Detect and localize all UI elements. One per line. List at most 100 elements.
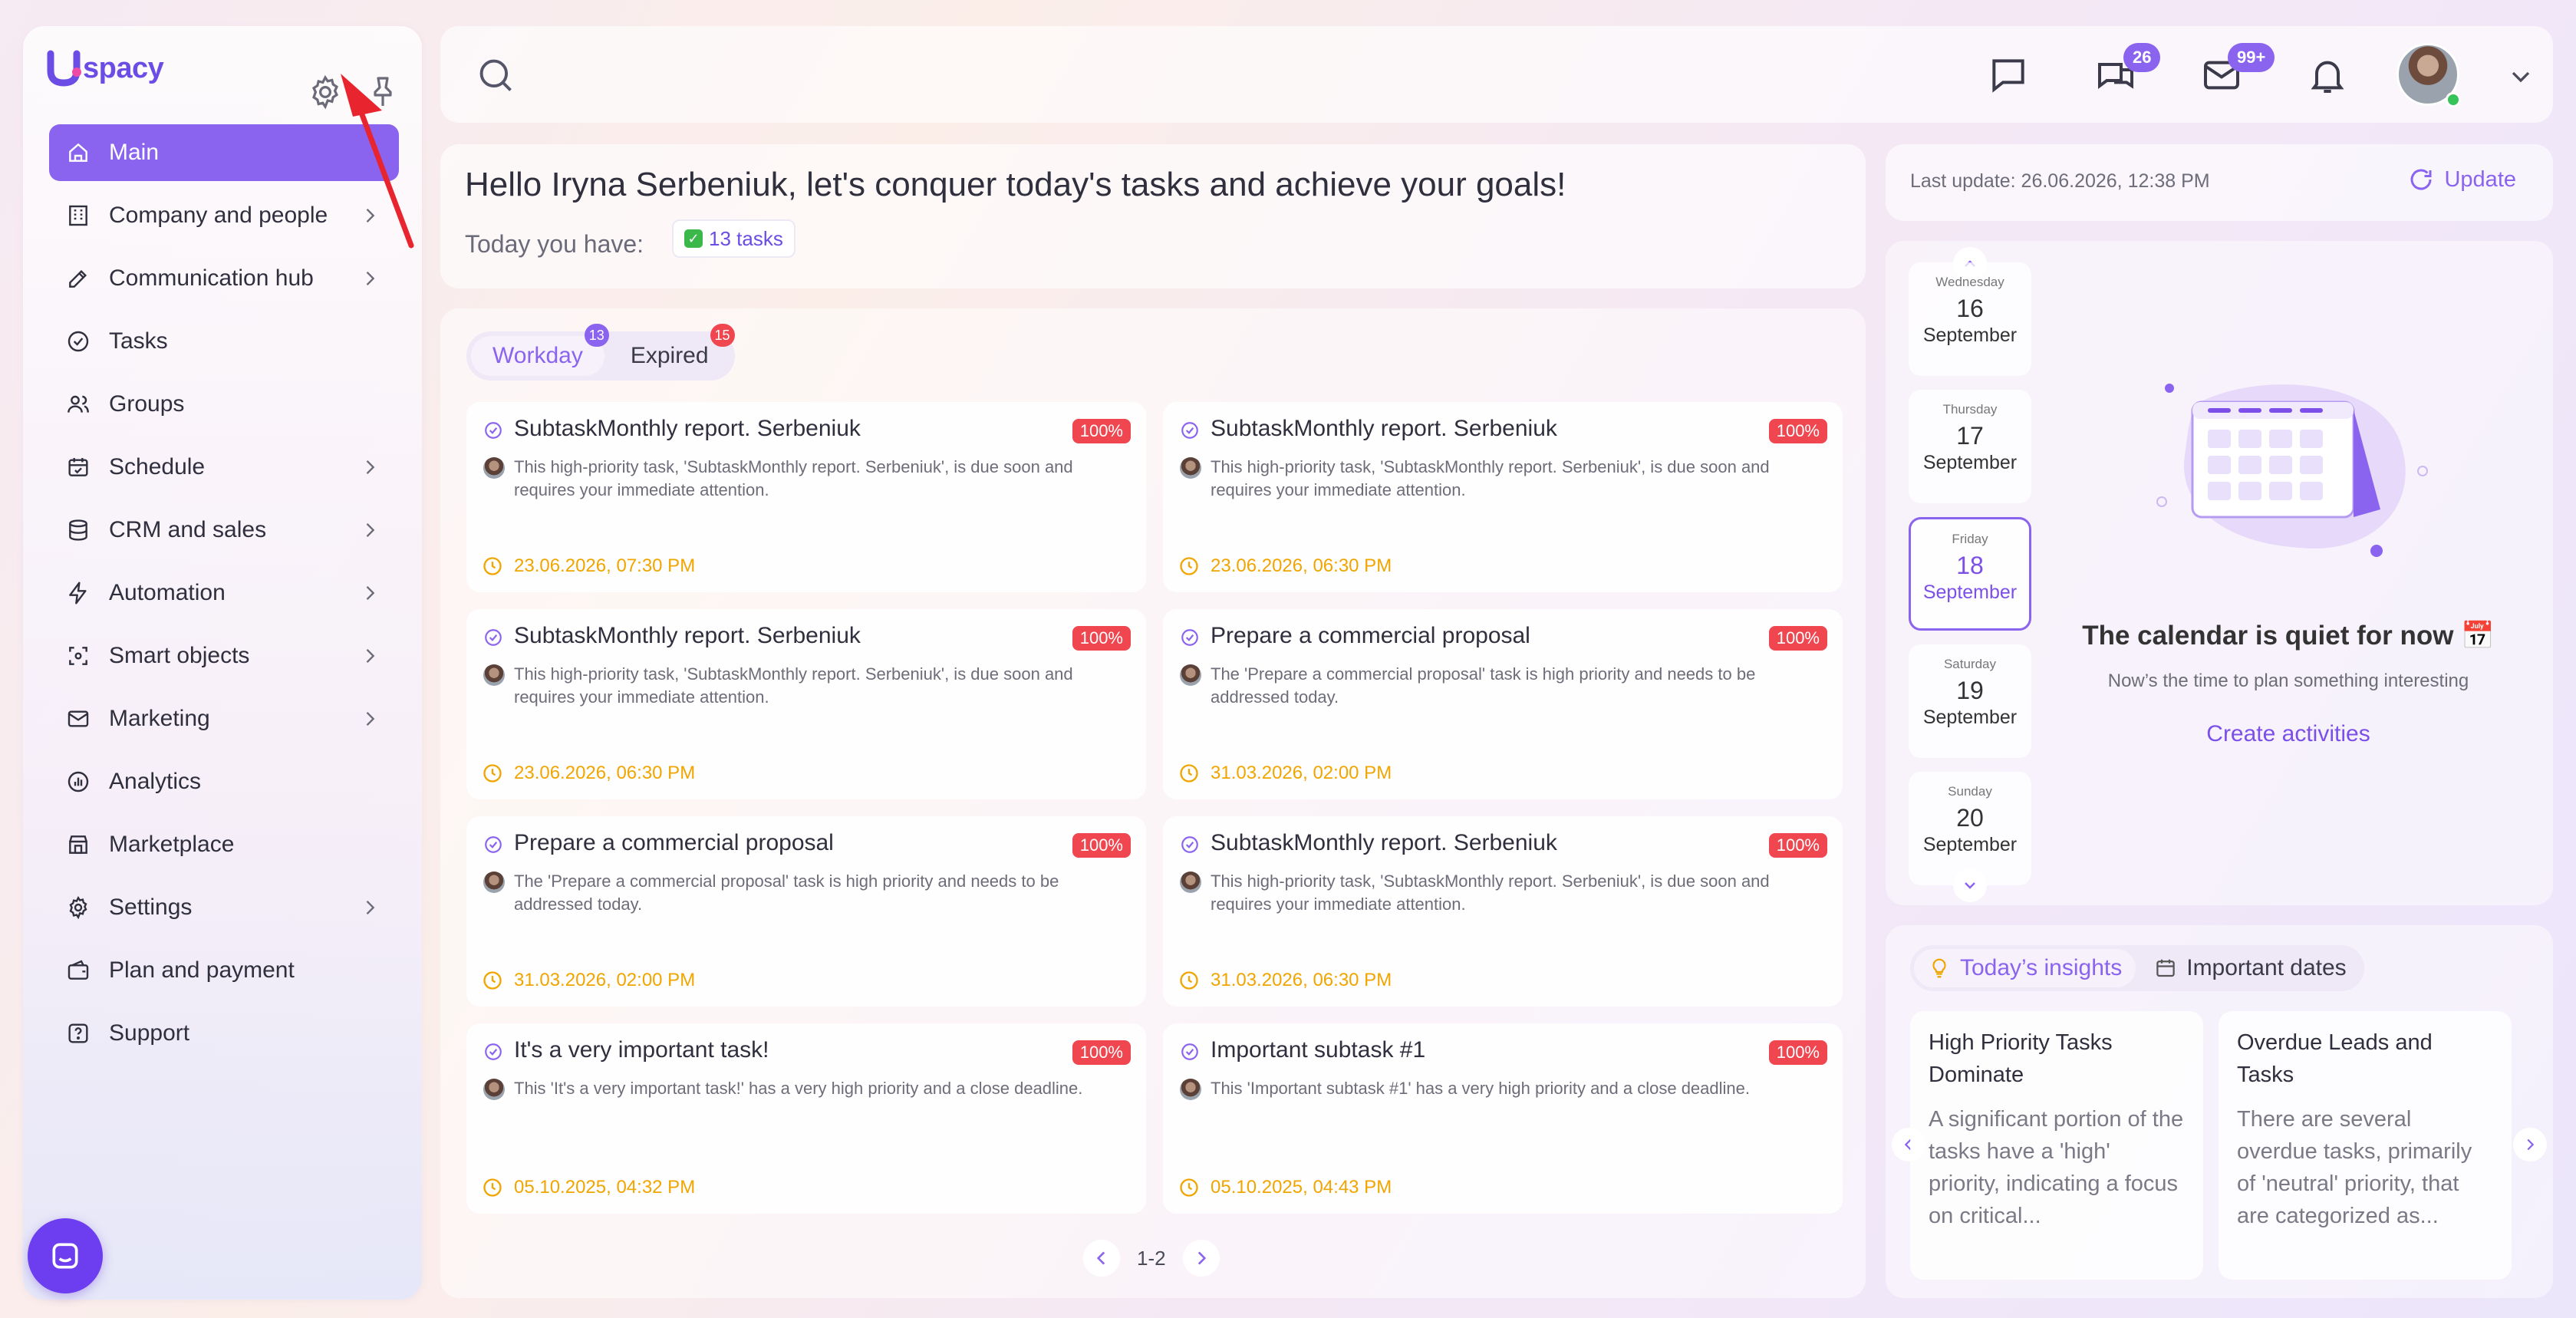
sidebar-item-support[interactable]: Support [49,1005,399,1062]
chevron-right-icon [1197,1251,1206,1265]
task-card[interactable]: Important subtask #1 100% This 'Important … [1163,1023,1843,1214]
task-description: This high-priority task, 'SubtaskMonthly… [1211,457,1770,499]
task-title: Prepare a commercial proposal [514,830,834,855]
day-number: 16 [1956,295,1984,322]
calendar-day-tile[interactable]: Saturday 19 September [1909,644,2031,758]
chevron-down-icon [1965,882,1975,889]
next-page-button[interactable] [1182,1240,1220,1277]
task-due-date: 31.03.2026, 02:00 PM [514,970,696,990]
tab-expired[interactable]: Expired 15 [609,324,735,376]
bell-icon[interactable] [2306,54,2349,97]
clock-icon [483,1178,502,1197]
last-update-text: Last update: 26.06.2026, 12:38 PM [1910,170,2210,192]
tab-workday[interactable]: Workday 13 [471,324,609,376]
chevron-right-icon [2527,1138,2535,1151]
chats-badge: 26 [2123,43,2161,72]
insight-card[interactable]: High Priority Tasks Dominate A significa… [1910,1011,2203,1280]
sidebar-item-marketing[interactable]: Marketing [49,690,399,747]
building-icon [69,205,87,226]
day-strip: Wednesday 16 September Thursday 17 September F… [1909,241,2031,905]
sidebar-item-label: Tasks [109,328,168,354]
assignee-avatar [483,664,505,686]
task-progress-badge: 100% [1072,626,1131,651]
sidebar-item-label: Groups [109,391,185,417]
assignee-avatar [1180,457,1201,479]
task-card[interactable]: SubtaskMonthly report. Serbeniuk 100% This… [1163,816,1843,1007]
insight-title: Overdue Leads and Tasks [2237,1030,2433,1087]
update-button[interactable]: Update [2407,166,2516,193]
refresh-icon [2410,169,2432,190]
lightbulb-icon [1932,958,1946,978]
task-check-icon[interactable] [483,420,503,440]
tasks-count-chip[interactable]: ✓ 13 tasks [672,219,796,258]
sidebar-item-tasks[interactable]: Tasks [49,313,399,370]
sidebar-item-main[interactable]: Main [49,124,399,181]
sidebar-item-communication-hub[interactable]: Communication hub [49,250,399,307]
assignee-avatar [483,1079,505,1100]
scroll-down-button[interactable] [1953,868,1987,902]
sidebar-item-plan-and-payment[interactable]: Plan and payment [49,942,399,999]
task-check-icon[interactable] [1180,420,1200,440]
sidebar-item-label: Automation [109,580,226,605]
assignee-avatar [483,457,505,479]
sidebar-item-settings[interactable]: Settings [49,879,399,936]
sidebar-item-marketplace[interactable]: Marketplace [49,816,399,873]
prev-page-button[interactable] [1083,1240,1120,1277]
clock-icon [483,971,502,990]
task-check-icon[interactable] [1180,628,1200,647]
day-month: September [1922,707,2018,728]
create-activities-link[interactable]: Create activities [2039,721,2538,747]
task-card[interactable]: SubtaskMonthly report. Serbeniuk 100% This… [466,402,1146,592]
calendar-icon [2156,959,2175,977]
insights-next-button[interactable] [2513,1128,2547,1161]
message-icon[interactable] [1987,54,2030,97]
task-check-icon[interactable] [483,628,503,647]
today-label: Today you have: [465,230,644,258]
sidebar-item-automation[interactable]: Automation [49,565,399,621]
sidebar-item-analytics[interactable]: Analytics [49,753,399,810]
clock-icon [483,764,502,783]
tab-count-badge: 13 [584,324,609,347]
day-number: 20 [1956,804,1984,832]
tab-label: Workday [492,343,583,368]
support-chat-button[interactable] [28,1218,103,1293]
task-due-date: 05.10.2025, 04:32 PM [514,1177,696,1198]
task-check-icon[interactable] [1180,835,1200,855]
insight-text: There are several overdue tasks, primari… [2237,1107,2472,1228]
sidebar-item-smart-objects[interactable]: Smart objects [49,628,399,684]
task-card[interactable]: Prepare a commercial proposal 100% The 'Pr… [466,816,1146,1007]
clock-icon [1180,971,1198,990]
tab-important-dates[interactable]: Important dates [2140,949,2360,987]
sidebar-item-label: Analytics [109,769,202,794]
search-icon[interactable] [476,55,516,95]
chevron-left-icon [1096,1251,1105,1265]
calendar-day-tile[interactable]: Friday 18 September [1909,517,2031,631]
task-check-icon[interactable] [483,1042,503,1062]
task-progress-badge: 100% [1768,419,1827,443]
sidebar-item-label: Settings [109,895,193,920]
update-button-label: Update [2444,166,2516,192]
sidebar-item-schedule[interactable]: Schedule [49,439,399,496]
insight-card[interactable]: Overdue Leads and Tasks There are severa… [2219,1011,2512,1280]
task-check-icon[interactable] [1180,1042,1200,1062]
wallet-icon [68,960,89,980]
sidebar-item-company-and-people[interactable]: Company and people [49,187,399,244]
logo[interactable]: spacy [46,49,164,87]
pin-icon[interactable] [364,74,401,110]
sidebar-item-label: Support [109,1020,190,1046]
task-check-icon[interactable] [483,835,503,855]
chevron-right-icon [366,209,375,222]
chevron-right-icon [366,901,375,914]
sidebar-item-groups[interactable]: Groups [49,376,399,433]
task-card[interactable]: SubtaskMonthly report. Serbeniuk 100% This… [1163,402,1843,592]
gear-icon[interactable] [307,74,344,110]
task-card[interactable]: Prepare a commercial proposal 100% The 'Pr… [1163,609,1843,799]
calendar-day-tile[interactable]: Thursday 17 September [1909,390,2031,503]
chevron-down-icon[interactable] [2505,61,2536,92]
task-card[interactable]: SubtaskMonthly report. Serbeniuk 100% This… [466,609,1146,799]
calendar-day-tile[interactable]: Wednesday 16 September [1909,262,2031,376]
task-card[interactable]: It's a very important task! 100% This 'It'… [466,1023,1146,1214]
tab-todays-insights[interactable]: Today’s insights [1914,949,2136,987]
sidebar-item-crm-and-sales[interactable]: CRM and sales [49,502,399,559]
help-icon [68,1023,88,1043]
